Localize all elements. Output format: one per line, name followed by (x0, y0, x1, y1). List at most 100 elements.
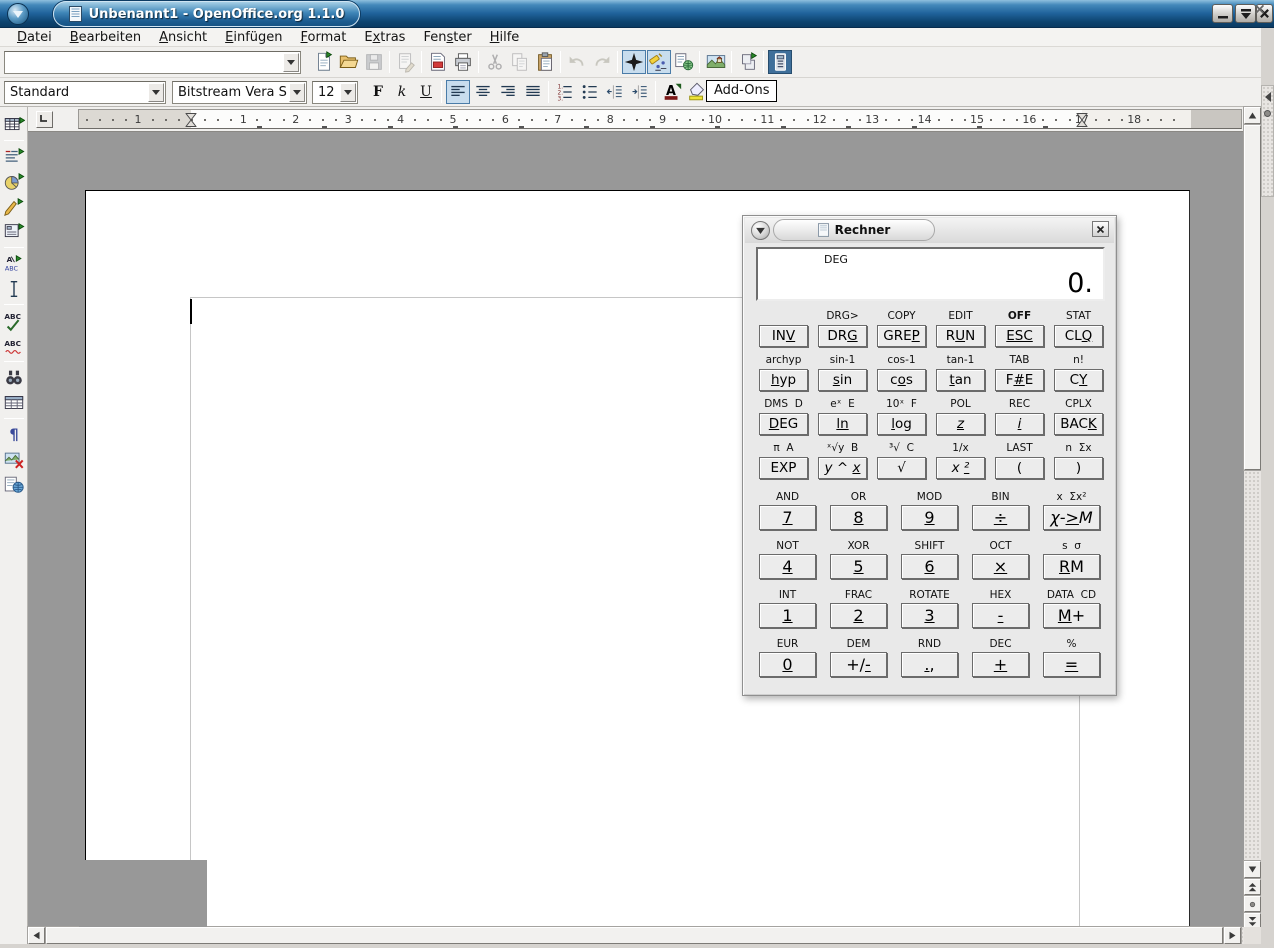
numbered-list-icon[interactable]: 1.2.3. (553, 80, 577, 104)
bullet-list-icon[interactable] (578, 80, 602, 104)
calculator-window[interactable]: Rechner DEG 0. DRG>COPYEDITOFFSTATINVDRG… (742, 215, 1117, 696)
autospellcheck-icon[interactable]: ABC (1, 333, 27, 358)
calc-key-√[interactable]: √ (877, 457, 926, 479)
align-right-icon[interactable] (496, 80, 520, 104)
paragraph-style-combobox[interactable]: Standard (4, 81, 166, 104)
show-panel-icon[interactable] (1265, 92, 1271, 102)
draw-functions-icon[interactable] (1, 194, 27, 219)
chevron-down-icon[interactable] (289, 83, 305, 102)
menu-item-datei[interactable]: Datei (8, 30, 61, 45)
calc-key-hyp[interactable]: hyp (759, 369, 808, 391)
horizontal-scrollbar-thumb[interactable] (46, 927, 1223, 944)
chevron-down-icon[interactable] (340, 83, 356, 102)
calculator-titlebar[interactable]: Rechner (745, 218, 1114, 243)
titlebar-tab[interactable]: Unbenannt1 - OpenOffice.org 1.1.0 (53, 1, 360, 27)
calc-key-DRG[interactable]: DRG (818, 325, 867, 347)
calc-key-EXP[interactable]: EXP (759, 457, 808, 479)
insert-object-icon[interactable] (1, 169, 27, 194)
calc-key-9[interactable]: 9 (901, 505, 958, 530)
calc-key-8[interactable]: 8 (830, 505, 887, 530)
export-pdf-icon[interactable] (426, 50, 450, 74)
previous-page-icon[interactable] (1244, 879, 1261, 895)
insert-table-icon[interactable] (1, 112, 27, 137)
scroll-down-icon[interactable] (1244, 861, 1261, 878)
vertical-scrollbar[interactable] (1244, 107, 1261, 927)
font-size-combobox[interactable]: 12 (312, 81, 358, 104)
calc-key-.,[interactable]: ., (901, 652, 958, 677)
calc-key-RUN[interactable]: RUN (936, 325, 985, 347)
calc-key-7[interactable]: 7 (759, 505, 816, 530)
navigation-icon[interactable] (1244, 896, 1261, 912)
data-sources-icon[interactable] (1, 390, 27, 415)
spellcheck-icon[interactable]: ABC (1, 308, 27, 333)
calc-key-z[interactable]: z (936, 413, 985, 435)
calc-key-GREP[interactable]: GREP (877, 325, 926, 347)
gallery-icon[interactable] (704, 50, 728, 74)
bold-button[interactable]: F (367, 81, 390, 103)
underline-button[interactable]: U (415, 81, 438, 103)
direct-cursor-icon[interactable] (1, 276, 27, 301)
window-menu-icon[interactable] (751, 221, 770, 240)
align-center-icon[interactable] (471, 80, 495, 104)
calc-key-tan[interactable]: tan (936, 369, 985, 391)
print-icon[interactable] (451, 50, 475, 74)
calc-key-4[interactable]: 4 (759, 554, 816, 579)
autotext-icon[interactable]: AABC (1, 251, 27, 276)
calc-key-CLQ[interactable]: CLQ (1054, 325, 1103, 347)
calc-key-5[interactable]: 5 (830, 554, 887, 579)
align-justify-icon[interactable] (521, 80, 545, 104)
minimize-button[interactable] (1212, 4, 1233, 23)
calc-key-=[interactable]: = (1043, 652, 1100, 677)
calc-key-DEG[interactable]: DEG (759, 413, 808, 435)
highlight-icon[interactable] (685, 80, 709, 104)
url-combobox[interactable] (4, 51, 301, 74)
tab-type-selector[interactable] (36, 111, 53, 128)
calc-key-ln[interactable]: ln (818, 413, 867, 435)
stylist-icon[interactable] (647, 50, 671, 74)
menu-item-einfuegen[interactable]: Einfügen (216, 30, 291, 45)
italic-button[interactable]: k (391, 81, 414, 103)
calc-key-RM[interactable]: RM (1043, 554, 1100, 579)
right-indent-marker[interactable] (1077, 113, 1088, 127)
calc-key-2[interactable]: 2 (830, 603, 887, 628)
close-document-icon[interactable]: × (1253, 1, 1266, 18)
calc-key-1[interactable]: 1 (759, 603, 816, 628)
calc-key-÷[interactable]: ÷ (972, 505, 1029, 530)
menu-item-ansicht[interactable]: Ansicht (150, 30, 216, 45)
new-document-icon[interactable] (312, 50, 336, 74)
calc-key-cos[interactable]: cos (877, 369, 926, 391)
online-layout-icon[interactable] (1, 472, 27, 497)
menu-item-bearbeiten[interactable]: Bearbeiten (61, 30, 150, 45)
scroll-left-icon[interactable] (28, 927, 45, 944)
calc-key-y ^ x[interactable]: y ^ x (818, 457, 867, 479)
close-icon[interactable] (1092, 221, 1109, 237)
menu-item-hilfe[interactable]: Hilfe (481, 30, 529, 45)
calc-key-F#E[interactable]: F#E (995, 369, 1044, 391)
menu-item-format[interactable]: Format (292, 30, 356, 45)
calc-key-x ²[interactable]: x ² (936, 457, 985, 479)
increase-indent-icon[interactable] (628, 80, 652, 104)
calc-key-+[interactable]: + (972, 652, 1029, 677)
calc-key-([interactable]: ( (995, 457, 1044, 479)
calc-key-3[interactable]: 3 (901, 603, 958, 628)
panel-handle-icon[interactable] (1264, 110, 1271, 117)
calc-key-χ->M[interactable]: χ->M (1043, 505, 1100, 530)
calc-key-CY[interactable]: CY (1054, 369, 1103, 391)
nonprinting-chars-icon[interactable]: ¶ (1, 422, 27, 447)
hyperlink-icon[interactable] (672, 50, 696, 74)
chevron-down-icon[interactable] (283, 53, 299, 72)
calc-key-BACK[interactable]: BACK (1054, 413, 1103, 435)
scroll-right-icon[interactable] (1224, 927, 1241, 944)
align-left-icon[interactable] (446, 80, 470, 104)
font-color-icon[interactable]: A (660, 80, 684, 104)
menu-item-fenster[interactable]: Fenster (414, 30, 480, 45)
titlebar[interactable]: Unbenannt1 - OpenOffice.org 1.1.0 (0, 0, 1274, 28)
calc-key-×[interactable]: × (972, 554, 1029, 579)
vertical-scrollbar-thumb[interactable] (1244, 125, 1261, 470)
calc-key-log[interactable]: log (877, 413, 926, 435)
menu-item-extras[interactable]: Extras (355, 30, 414, 45)
calc-key-M+[interactable]: M+ (1043, 603, 1100, 628)
calc-key-sin[interactable]: sin (818, 369, 867, 391)
window-menu-icon[interactable] (7, 3, 29, 25)
graphics-toggle-icon[interactable] (1, 447, 27, 472)
